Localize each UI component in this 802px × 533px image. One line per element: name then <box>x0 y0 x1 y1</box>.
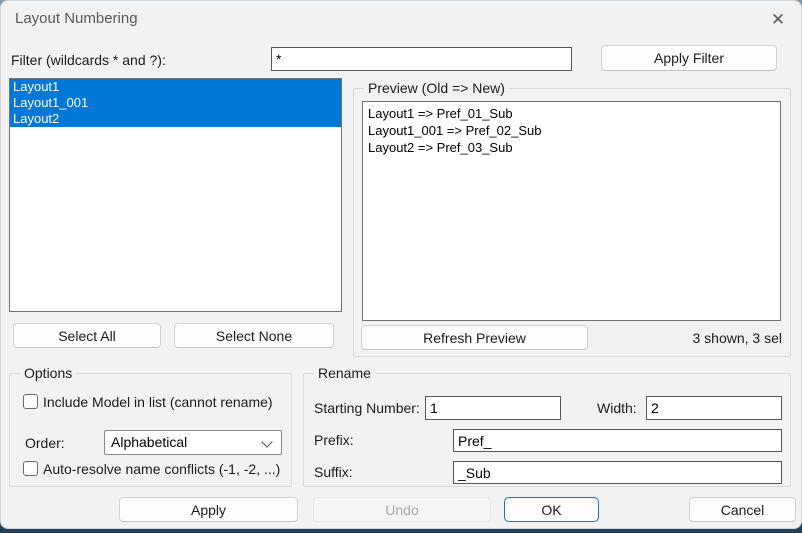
shown-selected-count: 3 shown, 3 sel <box>692 330 783 346</box>
layout-list-item[interactable]: Layout1_001 <box>10 95 341 111</box>
prefix-label: Prefix: <box>314 432 354 448</box>
layout-numbering-dialog: Layout Numbering ✕ Filter (wildcards * a… <box>0 0 802 529</box>
cancel-button[interactable]: Cancel <box>689 497 796 522</box>
select-none-button[interactable]: Select None <box>174 323 334 348</box>
undo-button[interactable]: Undo <box>313 497 491 522</box>
close-icon[interactable]: ✕ <box>765 7 791 33</box>
preview-list-item[interactable]: Layout1_001 => Pref_02_Sub <box>363 122 780 139</box>
rename-group-label: Rename <box>314 365 375 381</box>
ok-button[interactable]: OK <box>504 497 599 522</box>
refresh-preview-button[interactable]: Refresh Preview <box>361 325 588 350</box>
filter-input[interactable] <box>271 47 572 71</box>
preview-list-item[interactable]: Layout1 => Pref_01_Sub <box>363 105 780 122</box>
auto-resolve-label: Auto-resolve name conflicts (-1, -2, ...… <box>43 461 281 477</box>
order-combobox[interactable]: Alphabetical <box>104 430 282 455</box>
include-model-label: Include Model in list (cannot rename) <box>43 394 273 410</box>
include-model-checkbox[interactable] <box>23 394 38 409</box>
prefix-input[interactable] <box>453 429 782 452</box>
suffix-input[interactable] <box>453 461 782 484</box>
preview-list-item[interactable]: Layout2 => Pref_03_Sub <box>363 139 780 156</box>
suffix-label: Suffix: <box>314 464 353 480</box>
chevron-down-icon <box>261 436 273 448</box>
order-combobox-value: Alphabetical <box>111 434 188 450</box>
apply-button[interactable]: Apply <box>119 497 298 522</box>
dialog-title: Layout Numbering <box>15 10 138 27</box>
preview-list[interactable]: Layout1 => Pref_01_Sub Layout1_001 => Pre… <box>362 101 781 321</box>
layout-list[interactable]: Layout1 Layout1_001 Layout2 <box>9 78 342 312</box>
starting-number-label: Starting Number: <box>314 400 420 416</box>
layout-list-item[interactable]: Layout1 <box>10 79 341 95</box>
options-group-label: Options <box>20 365 77 381</box>
preview-group-label: Preview (Old => New) <box>364 80 509 96</box>
title-bar[interactable]: Layout Numbering ✕ <box>1 1 801 37</box>
width-label: Width: <box>597 400 637 416</box>
apply-filter-button[interactable]: Apply Filter <box>601 45 777 71</box>
select-all-button[interactable]: Select All <box>13 323 161 348</box>
order-label: Order: <box>25 435 65 451</box>
desktop-background: Layout Numbering ✕ Filter (wildcards * a… <box>0 0 802 533</box>
layout-list-item[interactable]: Layout2 <box>10 111 341 127</box>
starting-number-input[interactable] <box>425 396 561 420</box>
width-input[interactable] <box>646 396 782 420</box>
filter-label: Filter (wildcards * and ?): <box>11 52 166 68</box>
auto-resolve-checkbox[interactable] <box>23 461 38 476</box>
